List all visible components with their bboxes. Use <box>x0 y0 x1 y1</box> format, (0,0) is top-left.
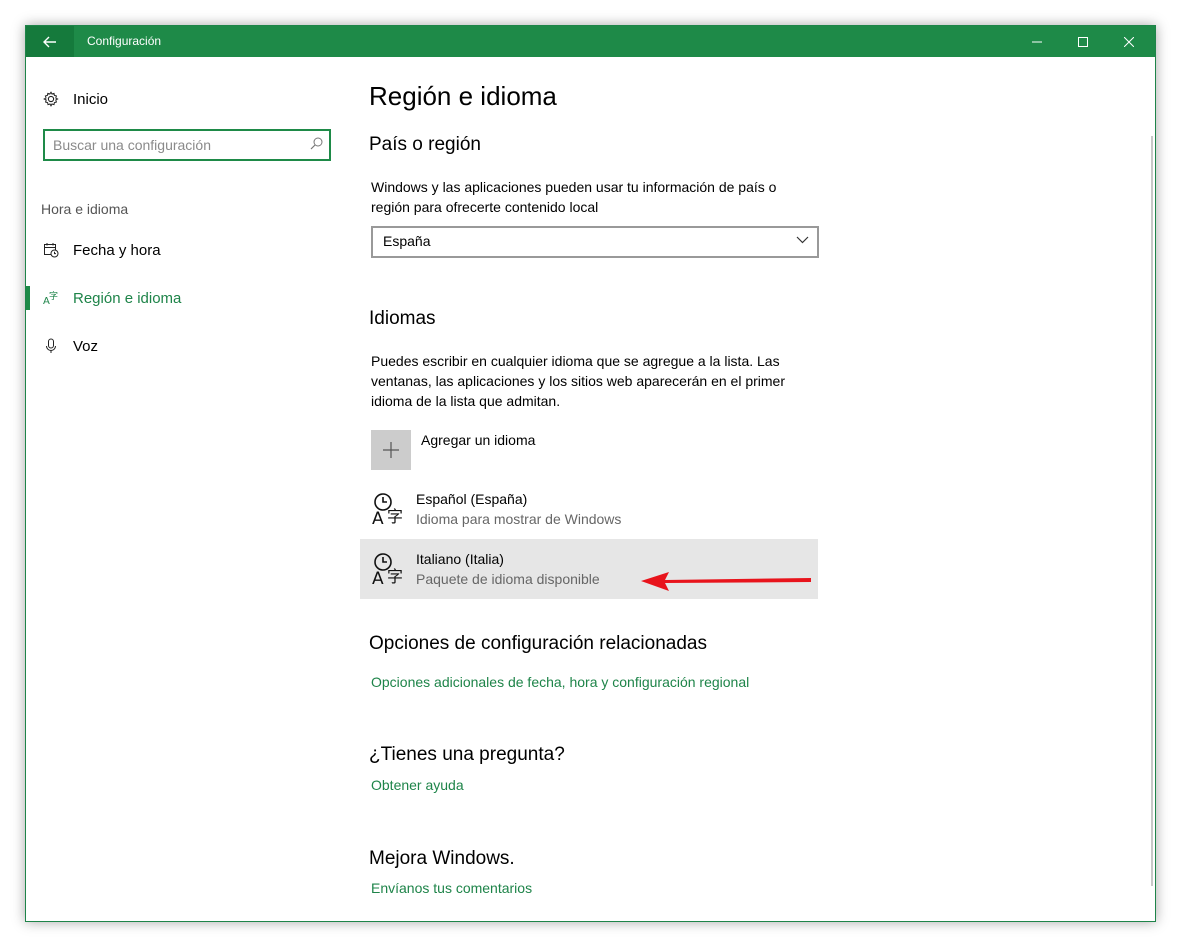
search-box[interactable] <box>43 129 331 161</box>
get-help-link[interactable]: Obtener ayuda <box>371 777 464 793</box>
main-content: Región e idioma País o región Windows y … <box>360 26 1129 921</box>
nav-home-label: Inicio <box>73 90 109 108</box>
window-title: Configuración <box>87 34 162 48</box>
sidebar-item-label: Fecha y hora <box>73 241 161 259</box>
add-language-label: Agregar un idioma <box>421 432 536 448</box>
language-name: Italiano (Italia) <box>416 551 504 567</box>
country-heading: País o región <box>369 134 481 155</box>
question-heading: ¿Tienes una pregunta? <box>369 744 565 765</box>
back-button[interactable] <box>26 26 74 57</box>
sidebar-item-fecha-hora[interactable]: Fecha y hora <box>26 238 326 262</box>
improve-heading: Mejora Windows. <box>369 848 515 869</box>
feedback-link[interactable]: Envíanos tus comentarios <box>371 880 532 896</box>
svg-text:A: A <box>372 509 384 527</box>
region-language-icon: A 字 <box>42 289 60 307</box>
language-status: Idioma para mostrar de Windows <box>416 511 622 527</box>
language-status: Paquete de idioma disponible <box>416 571 600 587</box>
svg-text:字: 字 <box>387 507 403 526</box>
gear-icon <box>42 90 60 108</box>
calendar-clock-icon <box>42 241 60 259</box>
red-arrow-annotation <box>641 572 811 591</box>
settings-window: Configuración Inicio Hora e idioma <box>25 25 1156 922</box>
related-heading: Opciones de configuración relacionadas <box>369 633 707 654</box>
sidebar-item-label: Región e idioma <box>73 289 182 307</box>
active-indicator <box>26 286 30 310</box>
sidebar-item-region-idioma[interactable]: A 字 Región e idioma <box>26 286 326 310</box>
country-description: Windows y las aplicaciones pueden usar t… <box>371 179 777 215</box>
regional-settings-link[interactable]: Opciones adicionales de fecha, hora y co… <box>371 674 749 690</box>
language-pack-icon: A 字 <box>372 493 403 527</box>
sidebar-item-label: Voz <box>73 337 99 355</box>
svg-text:字: 字 <box>387 567 403 586</box>
nav-home[interactable]: Inicio <box>42 88 108 110</box>
search-icon[interactable] <box>310 137 323 150</box>
sidebar-item-voz[interactable]: Voz <box>26 334 326 358</box>
microphone-icon <box>42 337 60 355</box>
country-select-value: España <box>383 233 431 249</box>
svg-text:字: 字 <box>49 290 58 302</box>
language-item-es[interactable]: A 字 Español (España) Idioma para mostrar… <box>360 479 818 539</box>
plus-icon <box>371 430 411 470</box>
country-select[interactable]: España <box>371 226 819 258</box>
section-label: Hora e idioma <box>41 201 129 217</box>
language-name: Español (España) <box>416 491 528 507</box>
page-title: Región e idioma <box>369 81 557 111</box>
scrollbar[interactable] <box>1151 136 1153 886</box>
svg-text:A: A <box>372 569 384 587</box>
back-arrow-icon <box>43 36 56 47</box>
languages-description: Puedes escribir en cualquier idioma que … <box>371 353 785 409</box>
search-input[interactable] <box>53 135 298 155</box>
languages-heading: Idiomas <box>369 308 436 329</box>
chevron-down-icon <box>796 236 809 244</box>
language-pack-icon: A 字 <box>372 553 403 587</box>
